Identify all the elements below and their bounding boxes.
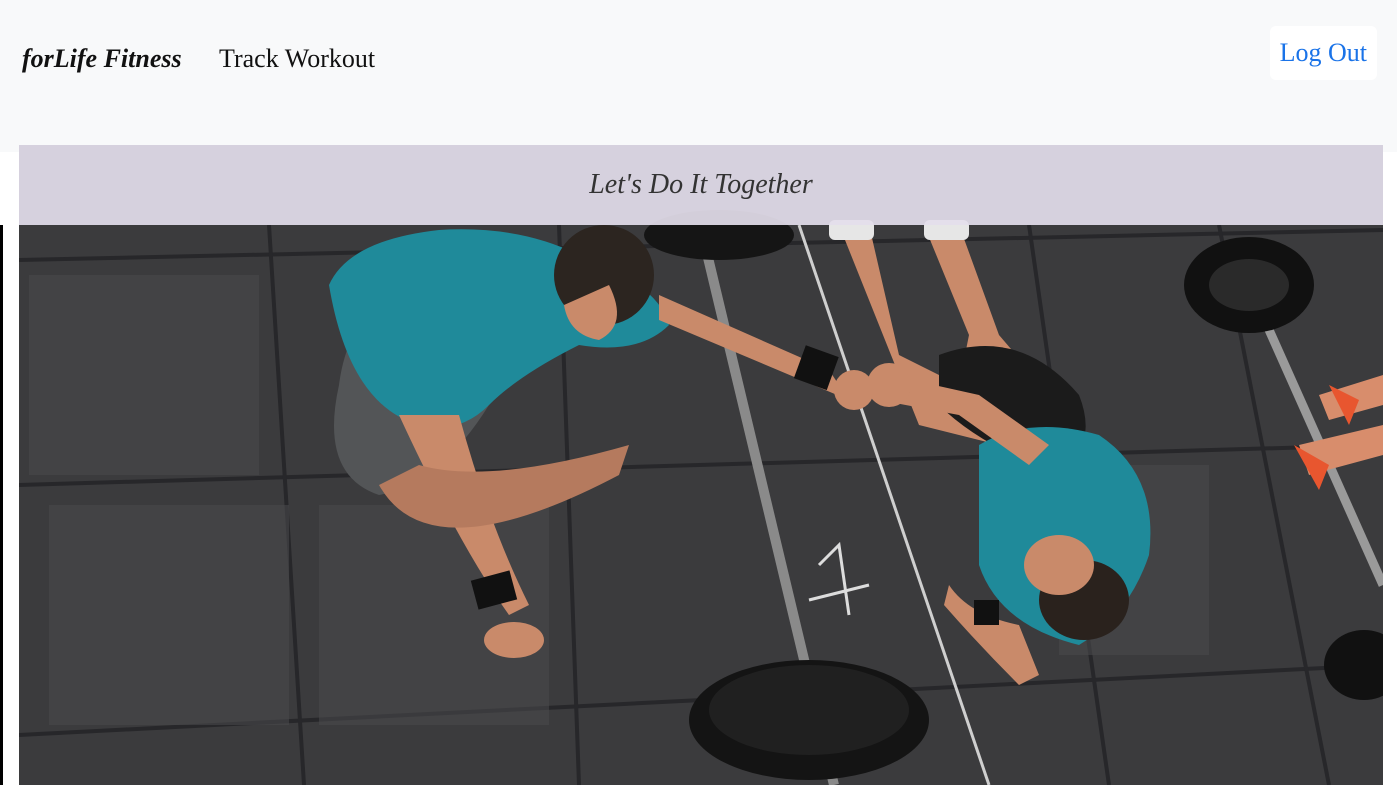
navbar: forLife Fitness Track Workout Log Out [0,0,1397,152]
nav-link-track-workout[interactable]: Track Workout [219,44,375,74]
page-edge-divider [0,225,3,785]
brand-logo[interactable]: forLife Fitness [22,44,182,74]
hero-tagline: Let's Do It Together [589,169,813,200]
hero-banner: Let's Do It Together [19,145,1383,225]
hero-image: Let's Do It Together [19,145,1383,785]
gym-photo-illustration [19,145,1383,785]
logout-button[interactable]: Log Out [1269,26,1377,80]
